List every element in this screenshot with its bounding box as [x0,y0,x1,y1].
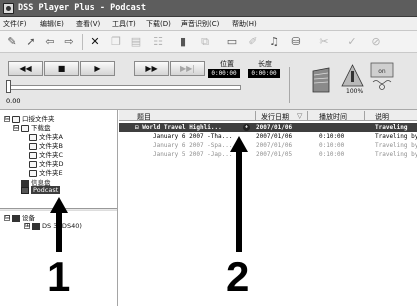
collapse-icon[interactable]: ⊟ [4,215,10,221]
row-date: 2007/01/06 [256,142,293,149]
export-icon[interactable]: ⇨ [61,34,77,50]
panel-divider [289,67,290,103]
row-title: ⊟ World Travel Highli... [135,124,222,131]
menu-view[interactable]: 查看(V) [76,19,100,29]
send-icon[interactable]: ➚ [23,34,39,50]
position-value: 0.00 [6,97,21,105]
svg-text:on: on [378,68,386,75]
app-icon [3,3,14,14]
dictation-icon[interactable]: ♫ [266,34,282,50]
volume-icon[interactable] [311,67,331,93]
column-description[interactable]: 说明 [375,112,389,122]
position-slider-thumb[interactable] [6,80,11,93]
toolbar: ✎ ➚ ⇦ ⇨ ✕ ❐ ▤ ☷ ▮ ⧉ ▭ ✐ ♫ ⛁ ✂ ✓ ⊘ [0,31,417,53]
table-row[interactable]: January 6 2007 -Tha... 2007/01/06 0:10:0… [119,132,417,141]
menu-file[interactable]: 文件(F) [3,19,27,29]
menu-edit[interactable]: 编辑(E) [40,19,64,29]
collapse-icon[interactable]: ⊟ [13,125,19,131]
row-description: Traveling [375,124,408,131]
row-date: 2007/01/06 [256,133,293,140]
rewind-button[interactable]: ◀◀ [8,61,43,76]
folder-icon [29,169,37,177]
tree-item-folder-e[interactable]: 文件夹E [29,167,63,177]
podcast-list-pane: 题目 发行日期 ▽ 播放时间 说明 ⊟ World Travel Highli.… [119,110,417,306]
row-duration: 0:10:00 [319,133,345,140]
expand-icon[interactable]: ⊞ [24,223,30,229]
properties-icon[interactable]: ❐ [108,34,124,50]
window-title: DSS Player Plus - Podcast [18,3,146,13]
check-icon[interactable]: ✓ [344,34,360,50]
rss-icon [21,186,29,194]
length-label: 长度 [258,60,272,68]
edit-icon[interactable]: ▤ [128,34,144,50]
cancel-icon[interactable]: ⊘ [368,34,384,50]
row-duration: 0:10:00 [319,142,345,149]
device-icon [12,214,20,222]
folder-icon[interactable]: ▭ [224,34,240,50]
callout-arrow-1-head [50,197,68,213]
cut-icon[interactable]: ✂ [316,34,332,50]
brush-icon[interactable]: ✎ [4,34,20,50]
tree-item-ds40[interactable]: ⊞DS 3 (DS40) [24,222,82,230]
play-button[interactable]: ▶ [80,61,115,76]
table-row[interactable]: ⊟ World Travel Highli... + 2007/01/06 Tr… [119,123,417,132]
position-label: 位置 [220,60,234,68]
noise-cancel-icon[interactable]: on [370,62,394,90]
speed-value: 100% [346,88,364,95]
playback-panel: ◀◀ ■ ▶ ▶▶ ▶▶| 位置 0:00:00 长度 0:00:00 0.00… [0,53,417,110]
folder-icon [21,124,29,132]
row-duration: 0:10:00 [319,151,345,158]
position-slider-track[interactable] [6,85,241,90]
menu-help[interactable]: 帮助(H) [232,19,257,29]
end-button[interactable]: ▶▶| [170,61,205,76]
toolbar-divider [82,34,83,50]
stop-button[interactable]: ■ [44,61,79,76]
row-description: Traveling by [375,133,417,140]
column-divider[interactable] [364,111,365,120]
row-date: 2007/01/05 [256,151,293,158]
column-divider[interactable] [255,111,256,120]
row-title: January 6 2007 -Spa... [153,142,233,149]
list-icon[interactable]: ☷ [150,34,166,50]
row-description: Traveling by [375,142,417,149]
callout-arrow-2-head [230,136,248,152]
title-bar: DSS Player Plus - Podcast [0,0,417,17]
row-title: January 6 2007 -Tha... [153,133,233,140]
mark-icon[interactable]: ▮ [175,34,191,50]
row-title: January 5 2007 -Jap... [153,151,233,158]
recorder-icon [32,222,40,230]
row-description: Traveling by [375,151,417,158]
menu-bar: 文件(F) 编辑(E) 查看(V) 工具(T) 下载(D) 声音识别(C) 帮助… [0,17,417,31]
menu-voice-recognition[interactable]: 声音识别(C) [181,19,219,29]
tree-item-device[interactable]: ⊟ 设备 [4,212,35,222]
dss-player-screenshot: DSS Player Plus - Podcast 文件(F) 编辑(E) 查看… [0,0,417,306]
split-icon[interactable]: ⧉ [197,34,213,50]
column-release-date[interactable]: 发行日期 [261,112,289,122]
table-row[interactable]: January 5 2007 -Jap... 2007/01/05 0:10:0… [119,150,417,159]
delete-icon[interactable]: ✕ [87,34,103,50]
column-title[interactable]: 题目 [137,112,151,122]
callout-arrow-2 [236,151,242,252]
callout-number-1: 1 [47,253,71,300]
sort-indicator-icon: ▽ [297,112,303,120]
fast-forward-button[interactable]: ▶▶ [134,61,169,76]
list-header: 题目 发行日期 ▽ 播放时间 说明 [119,110,417,121]
callout-arrow-1 [56,212,62,252]
menu-tools[interactable]: 工具(T) [112,19,136,29]
menu-download[interactable]: 下载(D) [146,19,171,29]
collapse-icon[interactable]: ⊟ [4,116,10,122]
expand-marker-icon[interactable]: + [243,124,250,131]
column-play-time[interactable]: 播放时间 [319,112,347,122]
tree-item-podcast[interactable]: Podcast [21,186,61,194]
callout-number-2: 2 [226,253,250,300]
length-display: 0:00:00 [248,69,280,78]
note-icon[interactable]: ✐ [245,34,261,50]
table-row[interactable]: January 6 2007 -Spa... 2007/01/06 0:10:0… [119,141,417,150]
dss-icon[interactable]: ⛁ [288,34,304,50]
row-date: 2007/01/06 [256,124,293,131]
column-divider[interactable] [307,111,308,120]
import-icon[interactable]: ⇦ [42,34,58,50]
position-display: 0:00:00 [208,69,240,78]
